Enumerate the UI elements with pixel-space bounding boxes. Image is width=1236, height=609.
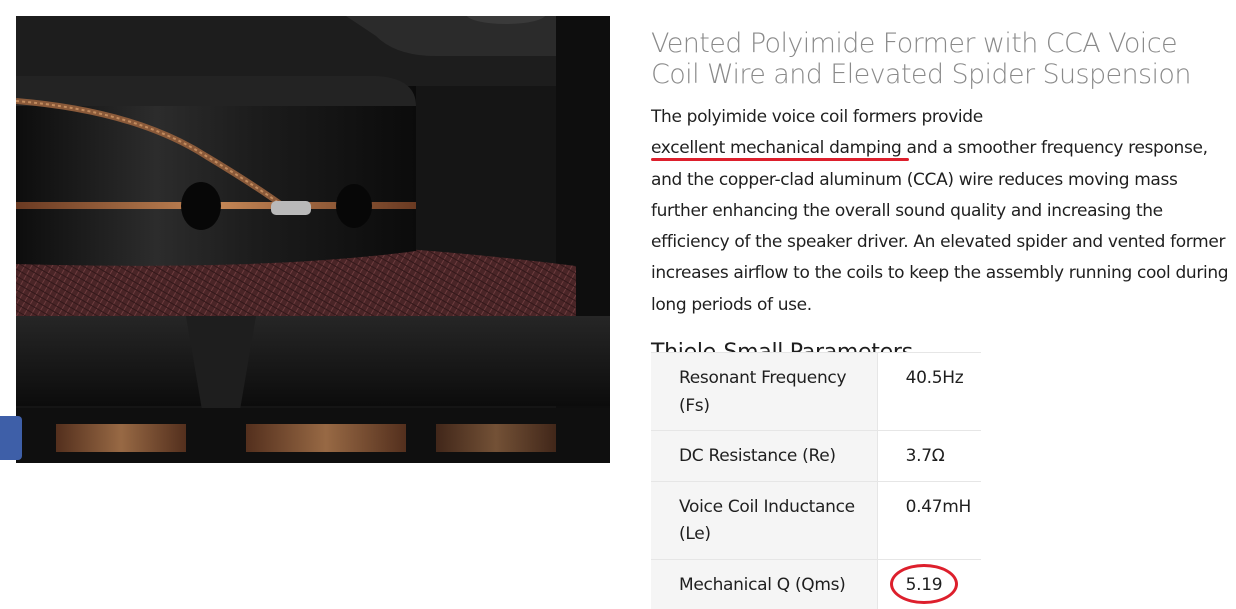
- feature-description: The polyimide voice coil formers provide…: [651, 102, 1236, 321]
- param-value-circled: 5.19: [877, 558, 981, 609]
- circled-value: 5.19: [889, 563, 958, 603]
- table-row: DC Resistance (Re) 3.7Ω: [651, 430, 981, 481]
- param-label: Mechanical Q (Qms): [651, 558, 878, 609]
- feature-title: Vented Polyimide Former with CCA Voice C…: [651, 28, 1191, 90]
- param-label: Resonant Frequency (Fs): [651, 352, 878, 431]
- product-feature-section: Vented Polyimide Former with CCA Voice C…: [651, 28, 1236, 367]
- product-image: [16, 16, 610, 463]
- feedback-side-tab[interactable]: [0, 416, 22, 460]
- table-row: Resonant Frequency (Fs) 40.5Hz: [651, 352, 981, 431]
- param-value: 0.47mH: [877, 480, 981, 559]
- highlighted-phrase: excellent mechanical damping: [651, 138, 902, 159]
- param-value: 3.7Ω: [877, 430, 981, 481]
- description-text-before: The polyimide voice coil formers provide: [651, 107, 983, 127]
- speaker-voice-coil-illustration: [16, 16, 610, 463]
- table-row: Mechanical Q (Qms) 5.19: [651, 558, 981, 609]
- param-value: 40.5Hz: [877, 352, 981, 431]
- param-label: Voice Coil Inductance (Le): [651, 480, 878, 559]
- thiele-small-table: Resonant Frequency (Fs) 40.5Hz DC Resist…: [651, 352, 981, 609]
- table-row: Voice Coil Inductance (Le) 0.47mH: [651, 480, 981, 559]
- description-text-after: and a smoother frequency response, and t…: [651, 138, 1229, 315]
- param-label: DC Resistance (Re): [651, 430, 878, 481]
